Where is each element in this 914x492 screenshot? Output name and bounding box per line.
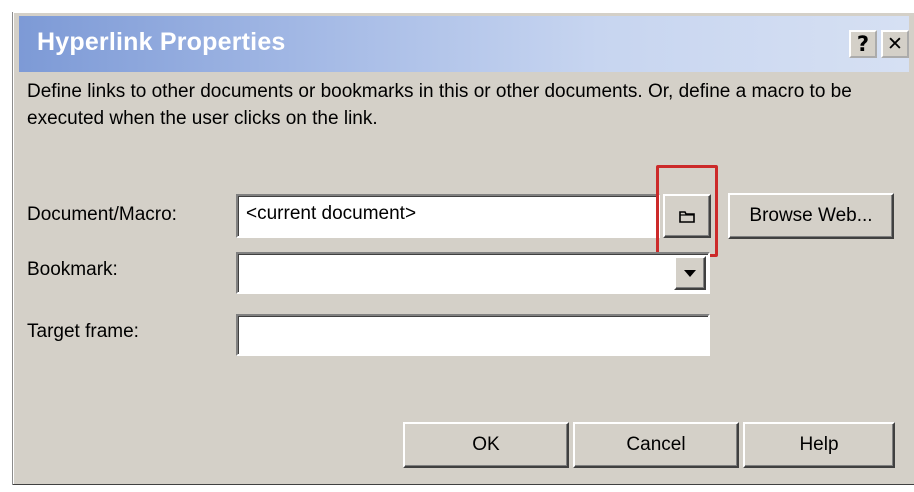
document-macro-input[interactable]: <current document>: [236, 194, 660, 238]
bookmark-select[interactable]: [236, 252, 710, 294]
dialog-title: Hyperlink Properties: [37, 28, 286, 56]
dialog-description: Define links to other documents or bookm…: [27, 81, 852, 129]
title-bar[interactable]: Hyperlink Properties ? ✕: [19, 16, 909, 72]
close-button[interactable]: ✕: [881, 30, 909, 58]
browse-web-button[interactable]: Browse Web...: [728, 193, 894, 239]
target-frame-input[interactable]: [236, 314, 710, 356]
ok-button[interactable]: OK: [403, 422, 569, 468]
cancel-button[interactable]: Cancel: [573, 422, 739, 468]
bookmark-dropdown-button[interactable]: [674, 256, 706, 290]
help-title-button[interactable]: ?: [849, 30, 877, 58]
help-button[interactable]: Help: [743, 422, 895, 468]
document-macro-label: Document/Macro:: [27, 204, 177, 225]
close-icon: ✕: [887, 33, 903, 55]
document-macro-value: <current document>: [246, 203, 417, 224]
bookmark-label: Bookmark:: [27, 259, 118, 280]
highlight-box: [656, 165, 718, 257]
target-frame-label: Target frame:: [27, 321, 139, 342]
chevron-down-icon: [684, 269, 696, 277]
